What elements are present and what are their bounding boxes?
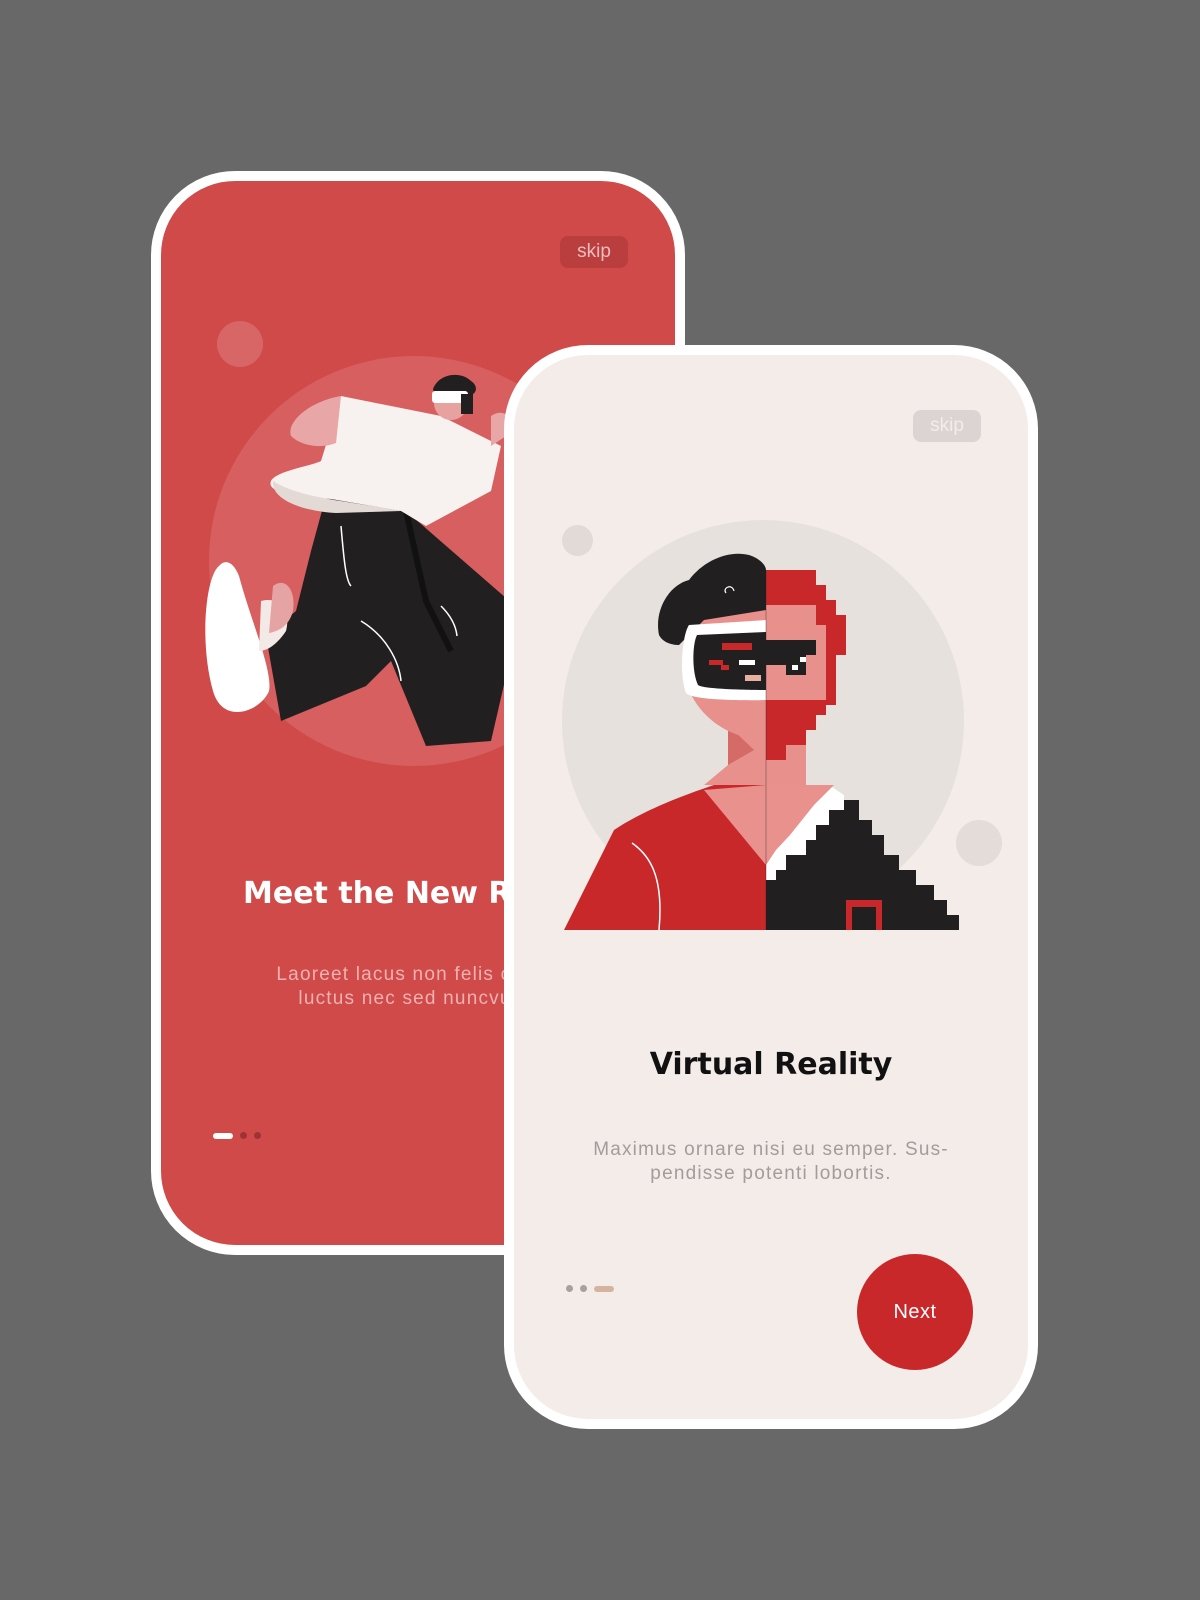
page-dot-3[interactable]	[254, 1132, 261, 1139]
page-dot-2[interactable]	[240, 1132, 247, 1139]
screen-2-description-line-2: pendisse potenti lobortis.	[650, 1163, 892, 1184]
half-pixel-vr-man-illustration	[564, 553, 959, 931]
page-indicator	[566, 1285, 614, 1292]
page-dot-1-active[interactable]	[213, 1132, 233, 1139]
page-indicator	[213, 1132, 261, 1139]
page-dot-3-active[interactable]	[594, 1285, 614, 1292]
onboarding-screen-2: skip Virtual Reality Maximus ornare nisi…	[504, 345, 1038, 1429]
screen-2-title: Virtual Reality	[649, 1047, 893, 1082]
next-button[interactable]: Next	[857, 1254, 973, 1370]
screen-2-description-line-1: Maximus ornare nisi eu semper. Sus-	[593, 1139, 949, 1160]
page-dot-1[interactable]	[566, 1285, 573, 1292]
page-dot-2[interactable]	[580, 1285, 587, 1292]
screen-2-description: Maximus ornare nisi eu semper. Sus- pend…	[551, 1138, 991, 1186]
